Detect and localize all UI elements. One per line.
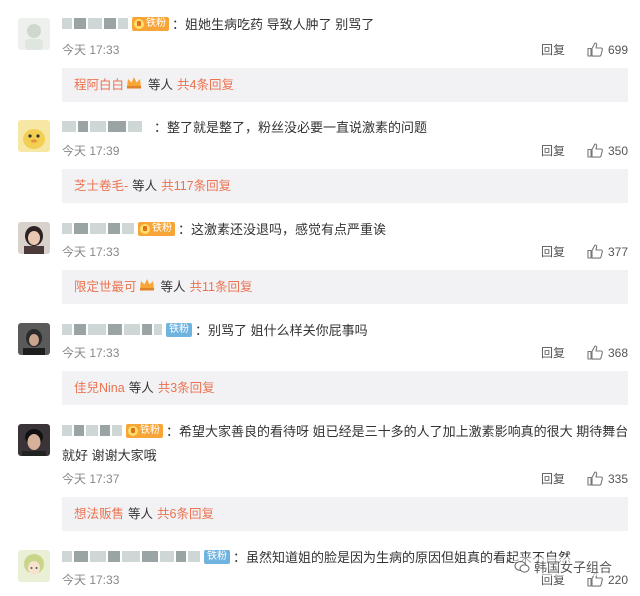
reply-user[interactable]: 限定世最可 — [74, 270, 137, 304]
comment-header: 铁粉 ：姐她生病吃药 导致人肿了 别骂了 — [62, 14, 374, 33]
reply-mid: 等人 — [128, 381, 154, 395]
reply-mid: 等人 — [132, 179, 158, 193]
avatar[interactable] — [18, 550, 50, 582]
comment-text: ：这激素还没退吗，感觉有点严重诶 — [178, 222, 387, 237]
reply-button[interactable]: 回复 — [541, 142, 565, 159]
like-button[interactable]: 350 — [587, 143, 628, 158]
like-count: 368 — [607, 345, 628, 360]
comment-header: ：整了就是整了，粉丝没必要一直说激素的问题 — [62, 117, 427, 136]
like-count: 377 — [607, 244, 628, 259]
username[interactable] — [62, 223, 72, 234]
fan-badge: 铁粉 — [138, 221, 175, 236]
reply-summary[interactable]: 佳兒Nina 等人 共3条回复 — [62, 371, 628, 405]
like-count: 699 — [607, 42, 628, 57]
reply-button[interactable]: 回复 — [541, 344, 565, 361]
comment-text: ：姐她生病吃药 导致人肿了 别骂了 — [172, 17, 375, 32]
fan-badge: 铁粉 — [132, 16, 169, 31]
iron-fan-badge: 铁粉 — [204, 549, 230, 564]
iron-fan-badge: 铁粉 — [166, 322, 192, 337]
reply-summary[interactable]: 想法贩售 等人 共6条回复 — [62, 497, 628, 531]
reply-summary[interactable]: 芝士卷毛- 等人 共117条回复 — [62, 169, 628, 203]
timestamp: 今天 17:33 — [62, 245, 120, 259]
timestamp: 今天 17:33 — [62, 346, 120, 360]
thumbs-up-icon — [587, 42, 603, 57]
reply-count[interactable]: 共11条回复 — [190, 270, 253, 304]
like-button[interactable]: 368 — [587, 345, 628, 360]
reply-mid: 等人 — [148, 78, 174, 92]
reply-mid: 等人 — [128, 507, 154, 521]
comment-header: 铁粉 ：希望大家善良的看待呀 姐已经是三十多的人了加上激素影响真的很大 期待舞台 — [62, 421, 628, 440]
timestamp: 今天 17:33 — [62, 573, 120, 587]
avatar[interactable] — [18, 323, 50, 355]
crown-icon — [139, 270, 155, 304]
reply-count[interactable]: 共6条回复 — [157, 497, 214, 531]
comment-header: 铁粉 ：这激素还没退吗，感觉有点严重诶 — [62, 219, 386, 238]
fan-badge: 铁粉 — [126, 423, 163, 438]
avatar[interactable] — [18, 18, 50, 50]
timestamp: 今天 17:33 — [62, 43, 120, 57]
like-count: 335 — [607, 471, 628, 486]
wechat-icon — [514, 560, 530, 573]
reply-button[interactable]: 回复 — [541, 470, 565, 487]
username[interactable] — [62, 425, 72, 436]
like-button[interactable]: 699 — [587, 42, 628, 57]
timestamp: 今天 17:39 — [62, 144, 120, 158]
avatar[interactable] — [18, 120, 50, 152]
comment-text: ：整了就是整了，粉丝没必要一直说激素的问题 — [154, 120, 428, 135]
reply-button[interactable]: 回复 — [541, 41, 565, 58]
reply-user[interactable]: 佳兒Nina — [74, 371, 125, 405]
reply-button[interactable]: 回复 — [541, 243, 565, 260]
thumbs-up-icon — [587, 345, 603, 360]
reply-user[interactable]: 芝士卷毛- — [74, 169, 128, 203]
reply-summary[interactable]: 限定世最可 等人 共11条回复 — [62, 270, 628, 304]
timestamp: 今天 17:37 — [62, 472, 120, 486]
thumbs-up-icon — [587, 244, 603, 259]
like-count: 350 — [607, 143, 628, 158]
reply-user[interactable]: 想法贩售 — [74, 497, 124, 531]
username[interactable] — [62, 324, 72, 335]
comment-text: ：希望大家善良的看待呀 姐已经是三十多的人了加上激素影响真的很大 期待舞台 — [166, 424, 629, 439]
reply-user[interactable]: 程阿白白 — [74, 68, 124, 102]
reply-count[interactable]: 共117条回复 — [161, 169, 231, 203]
comment-text: ：别骂了 姐什么样关你屁事吗 — [195, 323, 368, 338]
crown-icon — [126, 68, 142, 102]
username[interactable] — [62, 551, 72, 562]
username[interactable] — [62, 18, 72, 29]
comment-header: 铁粉 ：虽然知道姐的脸是因为生病的原因但姐真的看起来不自然 — [62, 547, 571, 566]
avatar[interactable] — [18, 424, 50, 456]
watermark-text: 韩国女子组合 — [533, 560, 612, 575]
comment-text-continued: 就好 谢谢大家哦 — [62, 448, 157, 463]
watermark: 韩国女子组合 — [513, 557, 612, 576]
reply-summary[interactable]: 程阿白白 等人 共4条回复 — [62, 68, 628, 102]
reply-count[interactable]: 共4条回复 — [177, 68, 234, 102]
reply-count[interactable]: 共3条回复 — [158, 371, 215, 405]
reply-mid: 等人 — [160, 280, 186, 294]
avatar[interactable] — [18, 222, 50, 254]
username[interactable] — [62, 121, 76, 132]
like-button[interactable]: 335 — [587, 471, 628, 486]
comment-header: 铁粉 ：别骂了 姐什么样关你屁事吗 — [62, 320, 368, 339]
like-button[interactable]: 377 — [587, 244, 628, 259]
thumbs-up-icon — [587, 143, 603, 158]
thumbs-up-icon — [587, 471, 603, 486]
